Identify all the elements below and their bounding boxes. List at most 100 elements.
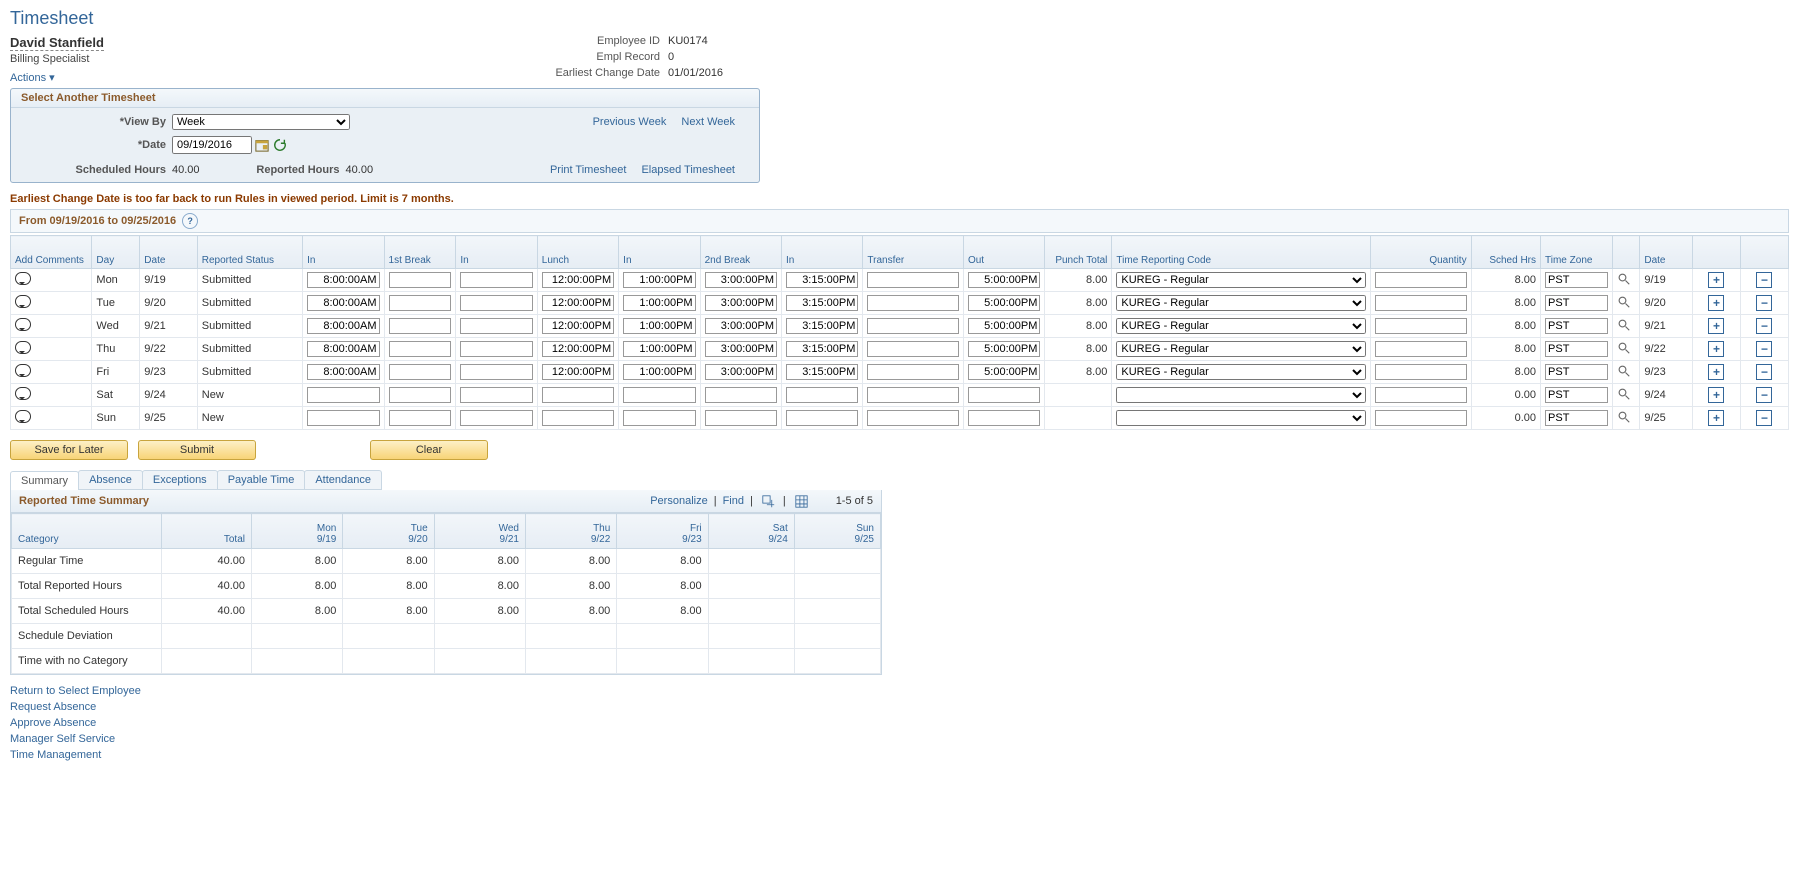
in3-input[interactable]	[623, 272, 695, 288]
zoom-icon[interactable]	[761, 493, 777, 509]
in2-input[interactable]	[460, 364, 532, 380]
refresh-icon[interactable]	[272, 137, 288, 153]
col-in1[interactable]: In	[303, 236, 384, 269]
lookup-icon[interactable]	[1617, 318, 1631, 332]
in2-input[interactable]	[460, 341, 532, 357]
tz-input[interactable]	[1545, 410, 1608, 426]
out-input[interactable]	[968, 272, 1040, 288]
tab-summary[interactable]: Summary	[10, 471, 79, 490]
delete-row-icon[interactable]: −	[1756, 364, 1772, 380]
delete-row-icon[interactable]: −	[1756, 272, 1772, 288]
out-input[interactable]	[968, 295, 1040, 311]
lunch-input[interactable]	[542, 318, 614, 334]
in4-input[interactable]	[786, 410, 858, 426]
brk2-input[interactable]	[705, 272, 777, 288]
tab-exceptions[interactable]: Exceptions	[142, 470, 218, 489]
brk1-input[interactable]	[389, 295, 452, 311]
add-row-icon[interactable]: +	[1708, 295, 1724, 311]
delete-row-icon[interactable]: −	[1756, 341, 1772, 357]
trc-select[interactable]	[1116, 387, 1366, 403]
comment-icon[interactable]	[15, 341, 31, 354]
in4-input[interactable]	[786, 387, 858, 403]
trc-select[interactable]: KUREG - Regular	[1116, 272, 1366, 288]
in4-input[interactable]	[786, 272, 858, 288]
col-status[interactable]: Reported Status	[197, 236, 302, 269]
date-input[interactable]	[172, 136, 252, 154]
qty-input[interactable]	[1375, 295, 1467, 311]
delete-row-icon[interactable]: −	[1756, 318, 1772, 334]
qty-input[interactable]	[1375, 387, 1467, 403]
brk2-input[interactable]	[705, 387, 777, 403]
trc-select[interactable]: KUREG - Regular	[1116, 364, 1366, 380]
lookup-icon[interactable]	[1617, 341, 1631, 355]
previous-week-link[interactable]: Previous Week	[593, 116, 667, 128]
col-out[interactable]: Out	[963, 236, 1044, 269]
col-date2[interactable]: Date	[1640, 236, 1693, 269]
out-input[interactable]	[968, 410, 1040, 426]
trc-select[interactable]: KUREG - Regular	[1116, 318, 1366, 334]
col-sched[interactable]: Sched Hrs	[1471, 236, 1540, 269]
tab-attendance[interactable]: Attendance	[304, 470, 382, 489]
col-qty[interactable]: Quantity	[1371, 236, 1472, 269]
add-row-icon[interactable]: +	[1708, 364, 1724, 380]
brk1-input[interactable]	[389, 272, 452, 288]
in2-input[interactable]	[460, 318, 532, 334]
in3-input[interactable]	[623, 387, 695, 403]
in1-input[interactable]	[307, 341, 379, 357]
in2-input[interactable]	[460, 272, 532, 288]
find-link[interactable]: Find	[723, 495, 744, 507]
sum-col-d1[interactable]: Tue9/20	[343, 514, 434, 549]
transfer-input[interactable]	[867, 364, 959, 380]
sum-col-d6[interactable]: Sun9/25	[794, 514, 880, 549]
brk2-input[interactable]	[705, 364, 777, 380]
next-week-link[interactable]: Next Week	[681, 116, 735, 128]
brk1-input[interactable]	[389, 410, 452, 426]
col-transfer[interactable]: Transfer	[863, 236, 964, 269]
link-time-management[interactable]: Time Management	[10, 749, 1789, 761]
comment-icon[interactable]	[15, 387, 31, 400]
col-add-comments[interactable]: Add Comments	[11, 236, 92, 269]
in3-input[interactable]	[623, 364, 695, 380]
sum-col-d2[interactable]: Wed9/21	[434, 514, 525, 549]
brk1-input[interactable]	[389, 318, 452, 334]
qty-input[interactable]	[1375, 318, 1467, 334]
brk1-input[interactable]	[389, 387, 452, 403]
in1-input[interactable]	[307, 387, 379, 403]
in1-input[interactable]	[307, 364, 379, 380]
add-row-icon[interactable]: +	[1708, 318, 1724, 334]
in3-input[interactable]	[623, 318, 695, 334]
in1-input[interactable]	[307, 295, 379, 311]
in1-input[interactable]	[307, 410, 379, 426]
comment-icon[interactable]	[15, 272, 31, 285]
col-in2[interactable]: In	[456, 236, 537, 269]
lookup-icon[interactable]	[1617, 272, 1631, 286]
link-manager-self-service[interactable]: Manager Self Service	[10, 733, 1789, 745]
col-lunch[interactable]: Lunch	[537, 236, 618, 269]
lookup-icon[interactable]	[1617, 410, 1631, 424]
brk1-input[interactable]	[389, 341, 452, 357]
lookup-icon[interactable]	[1617, 387, 1631, 401]
in3-input[interactable]	[623, 295, 695, 311]
lookup-icon[interactable]	[1617, 295, 1631, 309]
link-return-to-select-employee[interactable]: Return to Select Employee	[10, 685, 1789, 697]
transfer-input[interactable]	[867, 295, 959, 311]
lunch-input[interactable]	[542, 410, 614, 426]
tab-payable-time[interactable]: Payable Time	[217, 470, 306, 489]
calendar-icon[interactable]	[254, 137, 270, 153]
in1-input[interactable]	[307, 318, 379, 334]
in2-input[interactable]	[460, 295, 532, 311]
add-row-icon[interactable]: +	[1708, 272, 1724, 288]
out-input[interactable]	[968, 387, 1040, 403]
trc-select[interactable]: KUREG - Regular	[1116, 295, 1366, 311]
col-trc[interactable]: Time Reporting Code	[1112, 236, 1371, 269]
print-timesheet-link[interactable]: Print Timesheet	[550, 164, 626, 176]
col-in4[interactable]: In	[781, 236, 862, 269]
link-request-absence[interactable]: Request Absence	[10, 701, 1789, 713]
in3-input[interactable]	[623, 341, 695, 357]
actions-menu[interactable]: Actions ▾	[10, 71, 55, 84]
in2-input[interactable]	[460, 387, 532, 403]
view-by-select[interactable]: Week	[172, 114, 350, 130]
help-icon[interactable]: ?	[182, 213, 198, 229]
elapsed-timesheet-link[interactable]: Elapsed Timesheet	[641, 164, 735, 176]
brk2-input[interactable]	[705, 318, 777, 334]
